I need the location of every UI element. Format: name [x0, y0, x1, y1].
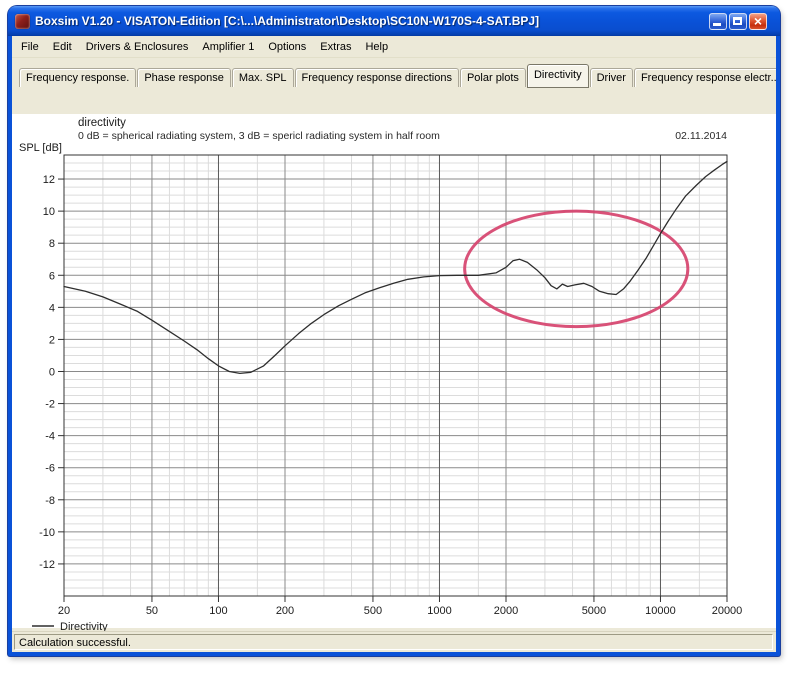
y-tick-label: -2 [45, 399, 55, 411]
y-tick-label: 12 [43, 174, 55, 186]
menu-item-options[interactable]: Options [261, 37, 313, 57]
x-tick-label: 100 [209, 605, 227, 617]
x-tick-label: 20 [58, 605, 70, 617]
minimize-button[interactable] [709, 12, 727, 30]
screen: { "window": { "title": "Boxsim V1.20 - V… [0, 0, 792, 675]
window-controls: × [709, 12, 767, 30]
plot-border [63, 154, 728, 597]
y-tick-label: -4 [45, 431, 55, 443]
title-bar[interactable]: Boxsim V1.20 - VISATON-Edition [C:\...\A… [8, 6, 780, 36]
chart-svg: 121086420-2-4-6-8-10-1220 50 100 200 500 1000… [19, 117, 743, 633]
tab-max-spl[interactable]: Max. SPL [231, 68, 294, 87]
chart-area: 12 10 8 6 4 2 0 -2 -4 -6 -8 -10 -12 20 50 100 200 500 1000… [12, 114, 776, 633]
maximize-button[interactable] [729, 12, 747, 30]
window-body: File Edit Drivers & Enclosures Amplifier 1O… [12, 36, 776, 652]
window-title: Boxsim V1.20 - VISATON-Edition [C:\...\A… [35, 14, 540, 28]
menu-item-edit[interactable]: Edit [46, 37, 79, 57]
tab-frequency-response-directions[interactable]: Frequency response directions [294, 68, 459, 87]
tab-driver[interactable]: Driver [589, 68, 633, 87]
tab-directivity[interactable]: Directivity [526, 64, 589, 88]
y-tick-label: -8 [45, 495, 55, 507]
y-tick-label: -12 [39, 559, 55, 571]
y-tick-label: -6 [45, 463, 55, 475]
x-tick-label: 2000 [494, 605, 518, 617]
annotation-ellipse [463, 209, 690, 329]
y-tick-label: 0 [49, 366, 55, 378]
x-tick-label: 20000 [712, 605, 743, 617]
y-tick-label: 4 [49, 302, 55, 314]
chart-date: 02.11.2014 [675, 130, 727, 142]
x-tick-label: 200 [276, 605, 294, 617]
chart-title: directivity [78, 117, 126, 129]
status-field: Calculation successful. [14, 634, 773, 650]
x-tick-label: 50 [146, 605, 158, 617]
status-text: Calculation successful. [19, 637, 131, 649]
menu-bar: File Edit Drivers & Enclosures Amplifier 1O… [12, 36, 776, 58]
tab-phase-response[interactable]: Phase response [137, 68, 231, 87]
y-axis-label: SPL [dB] [19, 142, 62, 154]
tab-frequency-response-electr[interactable]: Frequency response electr.. [633, 68, 776, 87]
y-tick-label: 10 [43, 206, 55, 218]
status-bar: Calculation successful. [12, 631, 776, 652]
menu-item-extras[interactable]: Extras [313, 37, 358, 57]
y-tick-label: 8 [49, 238, 55, 250]
y-tick-label: -10 [39, 527, 55, 539]
tab-frequency-response[interactable]: Frequency response. [19, 68, 137, 87]
maximize-icon [733, 16, 742, 25]
app-icon [15, 13, 30, 29]
x-tick-label: 500 [364, 605, 382, 617]
close-button[interactable]: × [749, 12, 767, 30]
minimize-icon [713, 22, 721, 26]
y-tick-label: 6 [49, 270, 55, 282]
chart-subtitle: 0 dB = spherical radiating system, 3 dB … [78, 130, 440, 142]
menu-item-amplifier-1[interactable]: Amplifier 1 [195, 37, 261, 57]
x-tick-label: 1000 [427, 605, 451, 617]
x-tick-label: 10000 [645, 605, 676, 617]
tab-strip: Frequency response. Phase response Max. SP… [12, 58, 776, 88]
close-icon: × [753, 12, 763, 29]
tab-polar-plots[interactable]: Polar plots [459, 68, 526, 87]
menu-item-drivers-enclosures[interactable]: Drivers & Enclosures [79, 37, 196, 57]
menu-item-help[interactable]: Help [358, 37, 395, 57]
y-tick-label: 2 [49, 334, 55, 346]
menu-item-file[interactable]: File [14, 37, 46, 57]
x-tick-label: 5000 [582, 605, 606, 617]
app-window: Boxsim V1.20 - VISATON-Edition [C:\...\A… [8, 6, 780, 656]
